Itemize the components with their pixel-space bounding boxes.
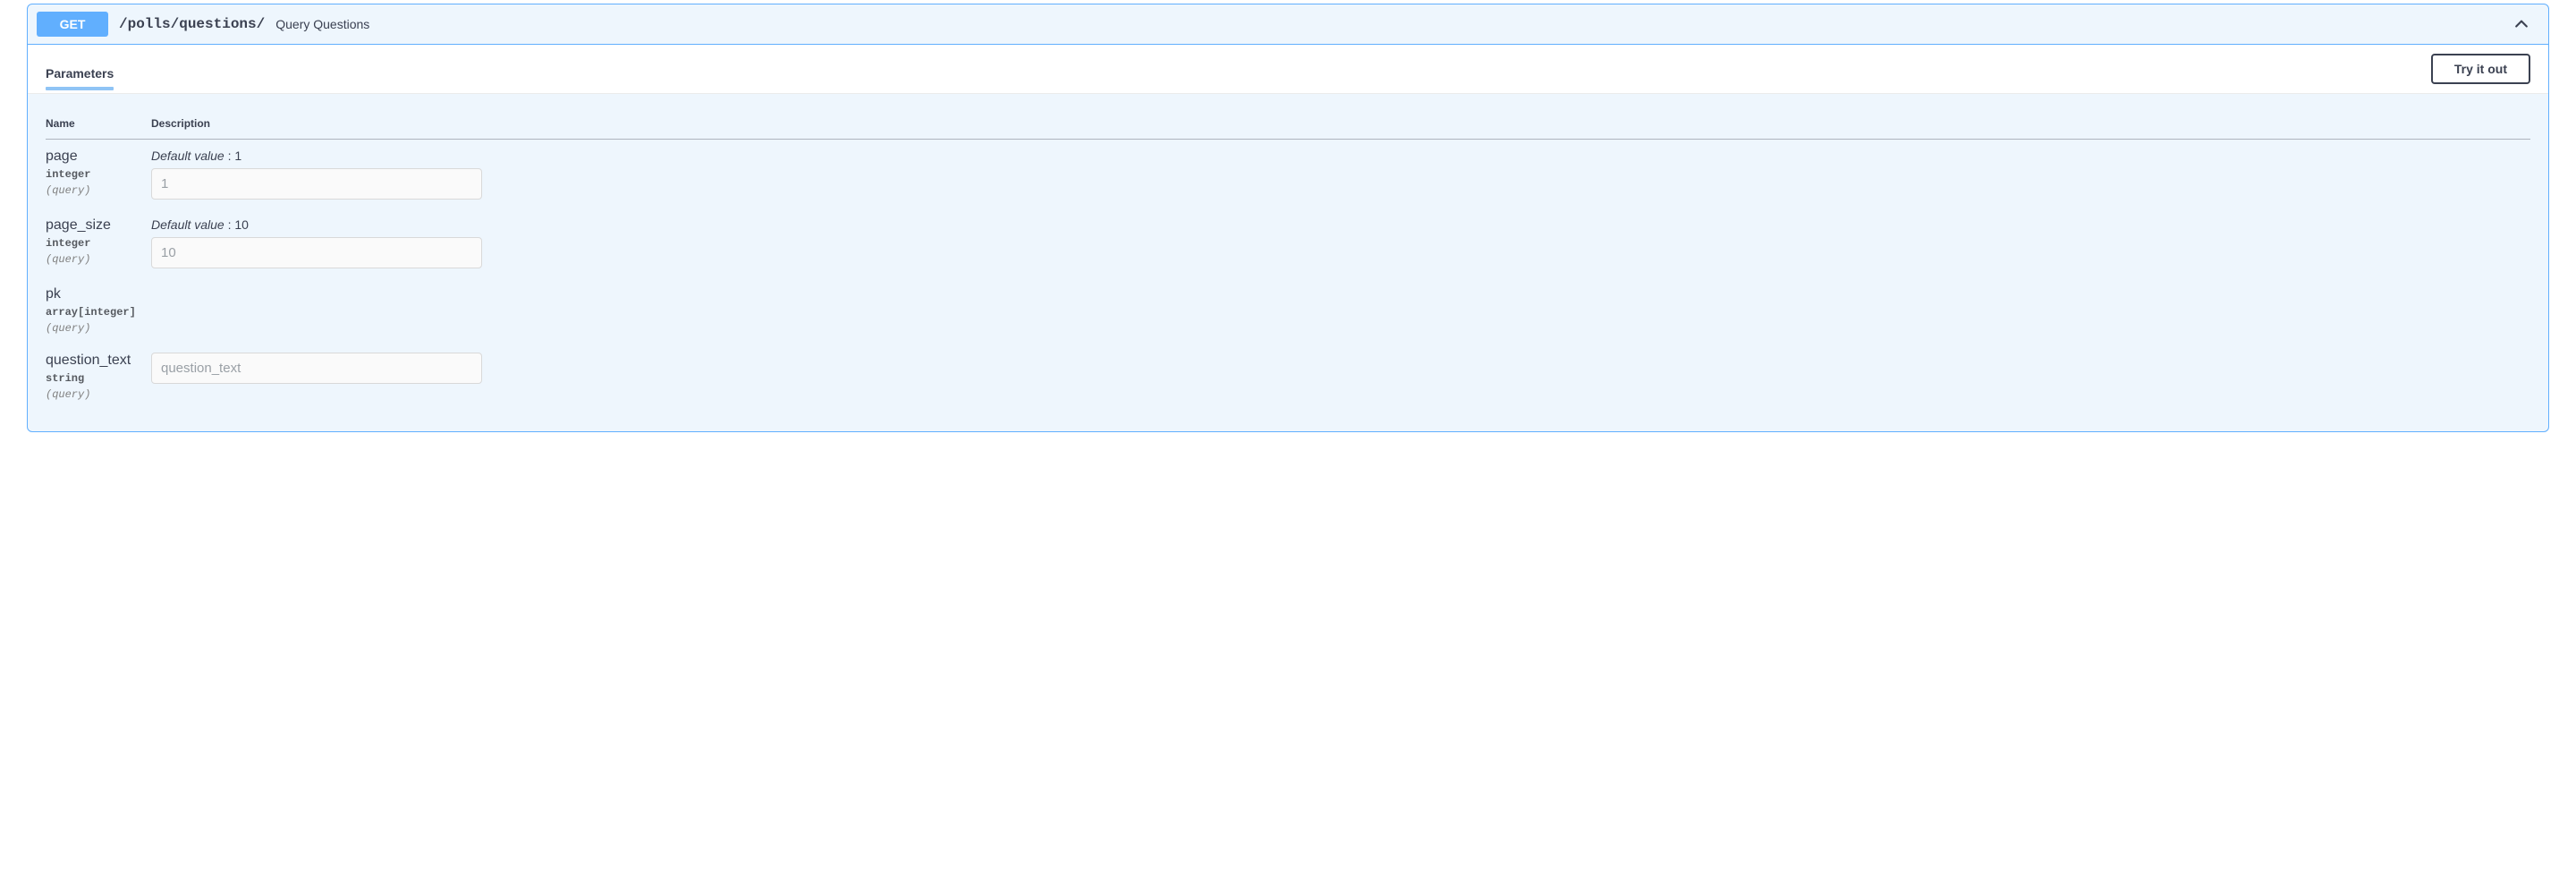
default-value-number: 10: [234, 217, 249, 232]
parameters-table: Name Description page integer (query) Defau…: [46, 108, 2530, 410]
param-in: (query): [46, 184, 151, 197]
param-type: integer: [46, 237, 151, 250]
param-type: integer: [46, 168, 151, 181]
param-name: pk: [46, 286, 151, 302]
col-header-description: Description: [151, 108, 2530, 140]
param-name-cell: page integer (query): [46, 140, 151, 209]
param-name: page_size: [46, 217, 151, 234]
col-header-name: Name: [46, 108, 151, 140]
tab-parameters[interactable]: Parameters: [46, 57, 114, 89]
param-description-cell: Default value : 1: [151, 140, 2530, 209]
param-default-value: Default value : 10: [151, 217, 2530, 232]
table-row: page integer (query) Default value : 1: [46, 140, 2530, 209]
endpoint-container: GET /polls/questions/ Query Questions Pa…: [27, 4, 2549, 432]
param-name-cell: question_textstring (query): [46, 344, 151, 410]
parameters-header-bar: Parameters Try it out: [28, 45, 2548, 94]
param-name: page: [46, 149, 151, 165]
param-name: question_text: [46, 353, 151, 369]
default-value-label: Default value: [151, 217, 225, 232]
tab-active-underline: [46, 87, 114, 90]
tab-parameters-label: Parameters: [46, 66, 114, 81]
param-in: (query): [46, 388, 151, 401]
chevron-up-icon[interactable]: [2512, 15, 2530, 33]
param-type: string: [46, 372, 151, 385]
endpoint-header[interactable]: GET /polls/questions/ Query Questions: [28, 4, 2548, 44]
param-description-cell: [151, 344, 2530, 410]
param-description-cell: Default value : 10: [151, 208, 2530, 277]
param-name-cell: pk array[integer] (query): [46, 277, 151, 344]
param-description-cell: [151, 277, 2530, 344]
param-input-page_size[interactable]: [151, 237, 482, 268]
try-it-out-button[interactable]: Try it out: [2431, 54, 2530, 84]
endpoint-summary: Query Questions: [275, 17, 2512, 31]
default-value-label: Default value: [151, 149, 225, 163]
param-default-value: Default value : 1: [151, 149, 2530, 163]
endpoint-body: Parameters Try it out Name Description p…: [28, 44, 2548, 431]
endpoint-path: /polls/questions/: [119, 16, 265, 32]
param-input-page[interactable]: [151, 168, 482, 200]
param-type: array[integer]: [46, 306, 151, 319]
param-in: (query): [46, 322, 151, 335]
param-input-question_text[interactable]: [151, 353, 482, 384]
default-value-number: 1: [234, 149, 242, 163]
parameters-table-wrap: Name Description page integer (query) Defau…: [28, 94, 2548, 431]
param-name-cell: page_sizeinteger (query): [46, 208, 151, 277]
table-row: question_textstring (query): [46, 344, 2530, 410]
table-row: pk array[integer] (query): [46, 277, 2530, 344]
http-method-badge: GET: [37, 12, 108, 37]
param-in: (query): [46, 253, 151, 266]
table-row: page_sizeinteger (query) Default value : 1…: [46, 208, 2530, 277]
